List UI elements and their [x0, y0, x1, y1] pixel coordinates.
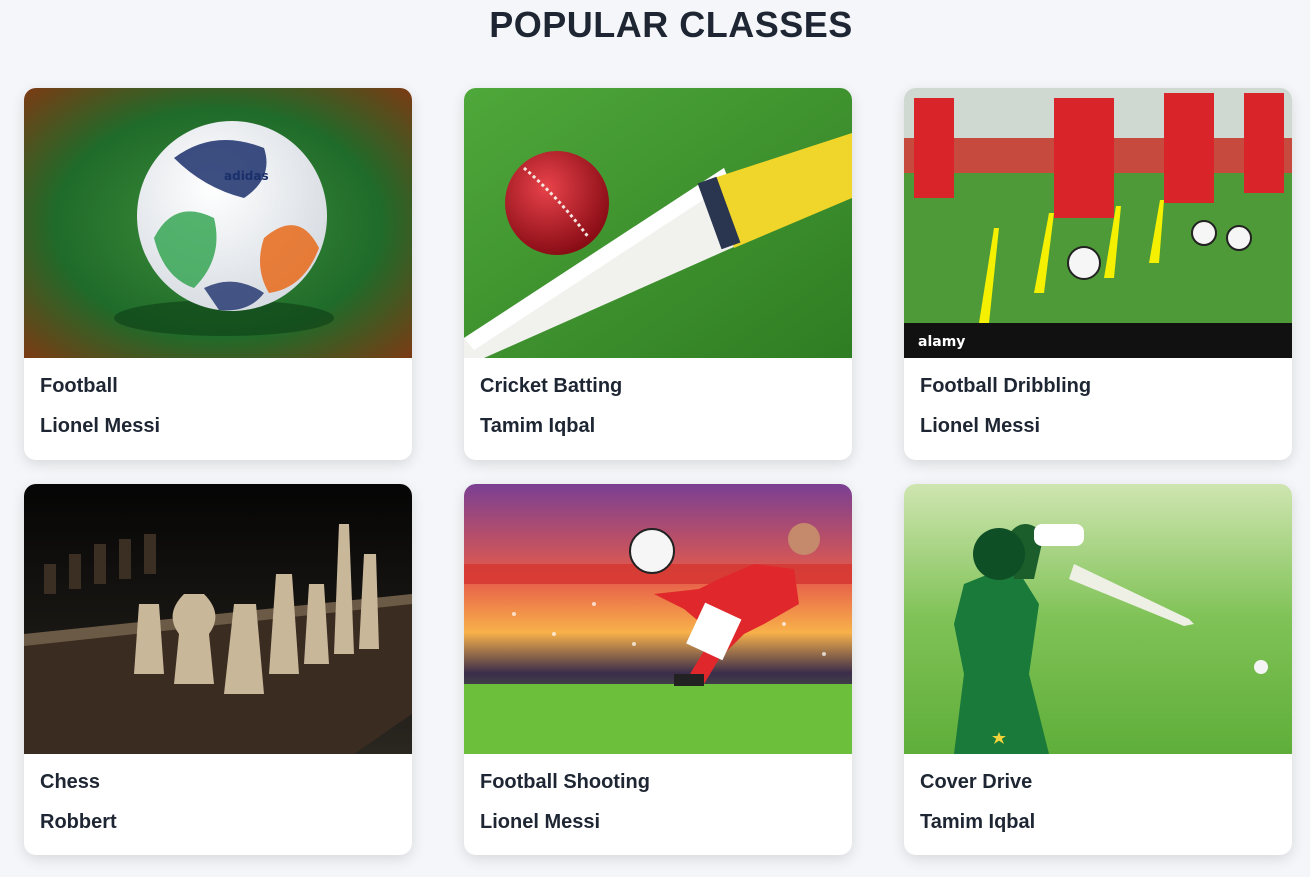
class-name: Football Shooting [480, 771, 650, 793]
class-card[interactable]: Cover Drive Tamim Iqbal [904, 484, 1292, 855]
instructor-name: Lionel Messi [920, 415, 1041, 437]
class-image-cricket-batting [464, 88, 852, 358]
class-image-football: adidas [24, 88, 412, 358]
svg-text:adidas: adidas [224, 169, 269, 183]
class-name: Cricket Batting [480, 375, 623, 397]
image-watermark-text: alamy [918, 334, 965, 350]
class-card[interactable]: Football Shooting Lionel Messi [464, 484, 852, 855]
class-image-football-shooting [464, 484, 852, 754]
class-name: Football Dribbling [920, 375, 1092, 397]
class-card[interactable]: Chess Robbert [24, 484, 412, 855]
instructor-name: Lionel Messi [40, 415, 161, 437]
instructor-name: Tamim Iqbal [480, 415, 596, 437]
class-name: Football [40, 375, 118, 397]
class-card[interactable]: Cricket Batting Tamim Iqbal [464, 88, 852, 460]
instructor-name: Lionel Messi [480, 811, 601, 833]
class-name: Chess [40, 771, 101, 793]
page-title: POPULAR CLASSES [489, 4, 853, 45]
class-card[interactable]: adidas Football Lionel Messi [24, 88, 412, 460]
class-image-chess [24, 484, 412, 754]
class-image-football-dribbling: alamy [904, 88, 1292, 358]
instructor-name: Robbert [40, 811, 117, 833]
class-name: Cover Drive [920, 771, 1033, 793]
class-image-cover-drive [904, 484, 1292, 754]
instructor-name: Tamim Iqbal [920, 811, 1036, 833]
class-card[interactable]: alamy Football Dribbling Lionel Messi [904, 88, 1292, 460]
